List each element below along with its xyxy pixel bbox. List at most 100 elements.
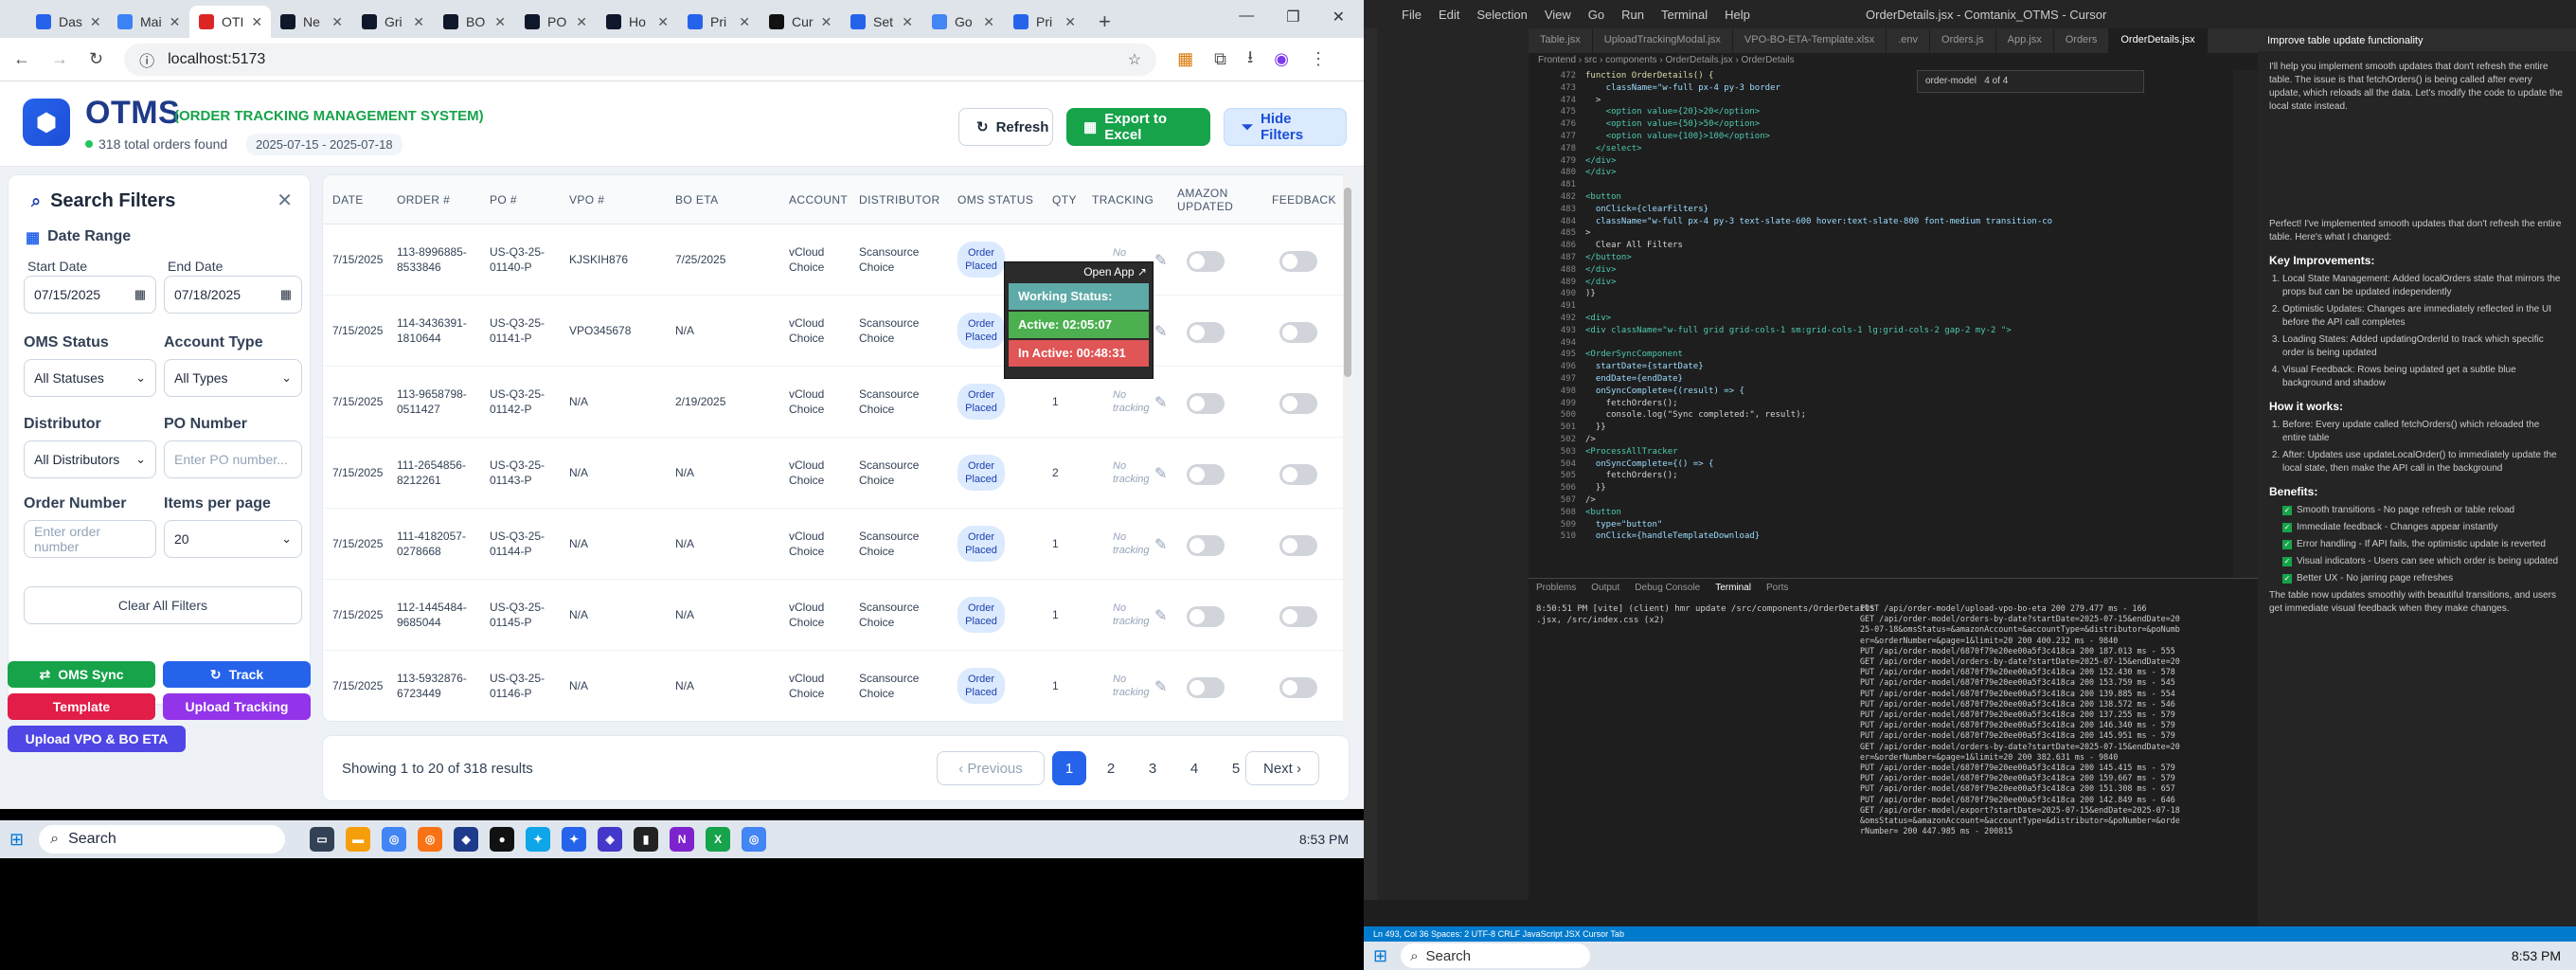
close-tab-icon[interactable]: ✕ — [657, 14, 669, 30]
feedback-toggle[interactable] — [1279, 393, 1317, 414]
browser-tab[interactable]: Das ✕ — [27, 6, 108, 38]
amazon-updated-toggle[interactable] — [1187, 464, 1225, 485]
browser-tab[interactable]: Set ✕ — [841, 6, 922, 38]
panel-tab[interactable]: Ports — [1766, 579, 1788, 598]
code-line[interactable]: </button> — [1585, 252, 1632, 263]
code-line[interactable]: startDate={startDate} — [1585, 361, 1704, 372]
forward-icon[interactable]: → — [51, 49, 68, 69]
find-input[interactable]: order-model — [1925, 76, 1977, 86]
code-line[interactable]: <option value={20}>20</option> — [1585, 106, 1761, 117]
menu-item[interactable]: View — [1545, 8, 1571, 22]
close-tab-icon[interactable]: ✕ — [821, 14, 832, 30]
oms-sync-button[interactable]: ⇄ OMS Sync — [8, 661, 155, 688]
menu-item[interactable]: File — [1402, 8, 1422, 22]
code-line[interactable]: className="w-full px-4 py-3 text-slate-6… — [1585, 216, 2052, 227]
close-window-icon[interactable]: ✕ — [1333, 8, 1345, 27]
edit-pencil-icon[interactable]: ✎ — [1154, 535, 1167, 554]
chrome-menu-icon[interactable]: ⋮ — [1310, 49, 1327, 69]
browser-tab[interactable]: Pri ✕ — [1004, 6, 1085, 38]
browser-tab[interactable]: BO ✕ — [434, 6, 515, 38]
code-line[interactable]: <OrderSyncComponent — [1585, 349, 1683, 360]
hide-filters-button[interactable]: ⏷ Hide Filters — [1224, 108, 1347, 146]
feedback-toggle[interactable] — [1279, 322, 1317, 343]
file-explorer-icon[interactable]: ▬ — [346, 827, 371, 852]
panel-tab[interactable]: Debug Console — [1635, 579, 1700, 598]
panel-tab[interactable]: Problems — [1536, 579, 1576, 598]
code-line[interactable]: <button — [1585, 507, 1621, 518]
code-line[interactable]: onSyncComplete={(result) => { — [1585, 386, 1744, 397]
feedback-toggle[interactable] — [1279, 677, 1317, 698]
extension-icon[interactable]: ▦ — [1177, 49, 1193, 69]
code-line[interactable]: type="button" — [1585, 519, 1662, 530]
refresh-button[interactable]: ↻ Refresh — [958, 108, 1053, 146]
feedback-toggle[interactable] — [1279, 251, 1317, 272]
edit-pencil-icon[interactable]: ✎ — [1154, 606, 1167, 625]
close-filters-icon[interactable]: ✕ — [277, 189, 293, 212]
previous-button[interactable]: ‹ Previous — [937, 751, 1045, 785]
menu-item[interactable]: Go — [1588, 8, 1604, 22]
menu-item[interactable]: Help — [1725, 8, 1750, 22]
close-tab-icon[interactable]: ✕ — [251, 14, 262, 30]
menu-item[interactable]: Edit — [1439, 8, 1459, 22]
code-line[interactable]: > — [1585, 227, 1590, 239]
app-icon[interactable]: ✦ — [562, 827, 587, 852]
code-line[interactable]: </div> — [1585, 264, 1617, 276]
code-line[interactable]: </select> — [1585, 143, 1642, 154]
close-tab-icon[interactable]: ✕ — [413, 14, 424, 30]
download-icon[interactable]: ⭳ — [1247, 45, 1253, 74]
page-button[interactable]: 4 — [1177, 751, 1211, 785]
editor-tab[interactable]: .env — [1887, 28, 1931, 53]
chrome-icon[interactable]: ◎ — [382, 827, 407, 852]
editor-tab[interactable]: App.jsx — [1996, 28, 2054, 53]
po-number-input[interactable]: Enter PO number... — [164, 440, 302, 478]
start-date-input[interactable]: 07/15/2025 ▦ — [24, 276, 156, 314]
browser-tab[interactable]: Gri ✕ — [352, 6, 434, 38]
open-app-link[interactable]: Open App ↗ — [1005, 262, 1153, 281]
minimize-icon[interactable]: — — [1239, 8, 1254, 27]
code-line[interactable]: /> — [1585, 494, 1596, 506]
menu-item[interactable]: Run — [1621, 8, 1644, 22]
amazon-updated-toggle[interactable] — [1187, 606, 1225, 627]
upload-tracking-button[interactable]: Upload Tracking — [163, 693, 311, 720]
app-icon[interactable]: ◈ — [598, 827, 623, 852]
url-text[interactable]: localhost:5173 — [168, 51, 265, 68]
code-line[interactable]: onClick={clearFilters} — [1585, 204, 1708, 215]
panel-tab[interactable]: Output — [1591, 579, 1619, 598]
page-button[interactable]: 3 — [1136, 751, 1170, 785]
next-button[interactable]: Next › — [1245, 751, 1319, 785]
code-line[interactable]: <button — [1585, 191, 1621, 203]
profile-icon[interactable]: ◉ — [1274, 49, 1289, 69]
close-tab-icon[interactable]: ✕ — [494, 14, 506, 30]
terminal-icon[interactable]: ▮ — [634, 827, 659, 852]
scrollbar-thumb[interactable] — [1344, 188, 1351, 377]
amazon-updated-toggle[interactable] — [1187, 393, 1225, 414]
find-widget[interactable]: order-model 4 of 4 — [1917, 70, 2144, 93]
page-button[interactable]: 1 — [1052, 751, 1086, 785]
menu-item[interactable]: Terminal — [1661, 8, 1708, 22]
code-line[interactable]: endDate={endDate} — [1585, 373, 1683, 385]
amazon-updated-toggle[interactable] — [1187, 322, 1225, 343]
calendar-icon[interactable]: ▦ — [134, 287, 146, 302]
excel-icon[interactable]: X — [706, 827, 731, 852]
browser-tab[interactable]: Cur ✕ — [760, 6, 841, 38]
edit-pencil-icon[interactable]: ✎ — [1154, 393, 1167, 412]
browser-tab[interactable]: Mai ✕ — [108, 6, 189, 38]
code-line[interactable]: }} — [1585, 482, 1606, 494]
items-per-page-select[interactable]: 20 ⌄ — [164, 520, 302, 558]
amazon-updated-toggle[interactable] — [1187, 251, 1225, 272]
browser-tab[interactable]: OTI ✕ — [189, 6, 271, 38]
close-tab-icon[interactable]: ✕ — [739, 14, 750, 30]
account-type-select[interactable]: All Types ⌄ — [164, 359, 302, 397]
close-tab-icon[interactable]: ✕ — [170, 14, 181, 30]
browser-tab[interactable]: Ne ✕ — [271, 6, 352, 38]
code-line[interactable]: </div> — [1585, 277, 1617, 288]
editor-tab[interactable]: VPO-BO-ETA-Template.xlsx — [1733, 28, 1887, 53]
taskbar-search[interactable]: ⌕ Search — [1401, 943, 1591, 968]
new-tab-button[interactable]: + — [1099, 6, 1111, 38]
code-line[interactable]: function OrderDetails() { — [1585, 70, 1713, 81]
bookmark-star-icon[interactable]: ☆ — [1128, 50, 1141, 69]
back-icon[interactable]: ← — [13, 49, 30, 69]
amazon-updated-toggle[interactable] — [1187, 535, 1225, 556]
code-line[interactable]: console.log("Sync completed:", result); — [1585, 409, 1806, 421]
amazon-updated-toggle[interactable] — [1187, 677, 1225, 698]
